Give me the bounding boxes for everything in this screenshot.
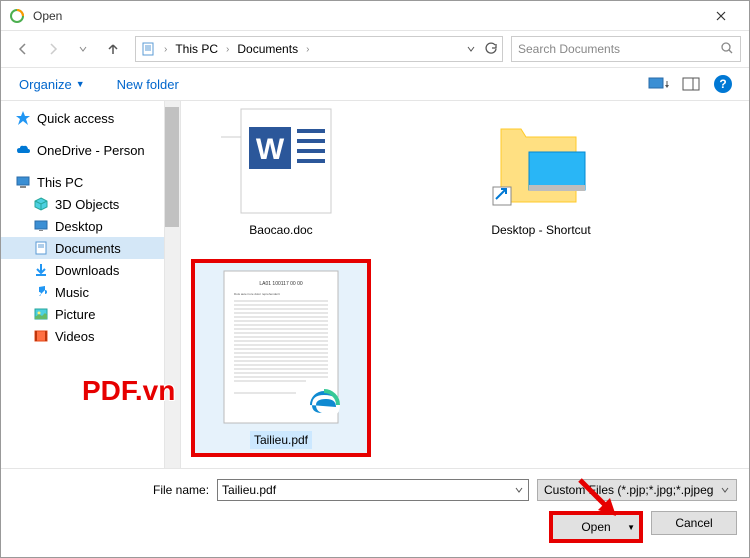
app-icon bbox=[9, 8, 25, 24]
sidebar-item-label: OneDrive - Person bbox=[37, 143, 145, 158]
svg-text:LA01 100117 00 00: LA01 100117 00 00 bbox=[259, 281, 303, 287]
chevron-down-icon[interactable] bbox=[514, 485, 524, 495]
sidebar-item-pictures[interactable]: Picture bbox=[1, 303, 180, 325]
close-button[interactable] bbox=[701, 2, 741, 30]
sidebar-item-label: Documents bbox=[55, 241, 121, 256]
chevron-down-icon bbox=[720, 485, 730, 495]
sidebar-item-label: Desktop bbox=[55, 219, 103, 234]
filename-label: File name: bbox=[153, 483, 209, 497]
bottom-bar: File name: Tailieu.pdf Custom Files (*.p… bbox=[1, 468, 749, 557]
organize-menu[interactable]: Organize▼ bbox=[13, 73, 91, 96]
breadcrumb-this-pc[interactable]: This PC bbox=[171, 40, 222, 58]
filename-input[interactable]: Tailieu.pdf bbox=[217, 479, 529, 501]
desktop-icon bbox=[33, 218, 49, 234]
file-item-baocao[interactable]: W Baocao.doc bbox=[191, 107, 371, 239]
file-item-tailieu[interactable]: LA01 100117 00 00 Duis aute irure dolor … bbox=[191, 259, 371, 457]
sidebar-item-label: Videos bbox=[55, 329, 95, 344]
recent-dropdown[interactable] bbox=[69, 35, 97, 63]
window-title: Open bbox=[33, 9, 701, 23]
video-icon bbox=[33, 328, 49, 344]
music-icon bbox=[33, 284, 49, 300]
new-folder-button[interactable]: New folder bbox=[111, 73, 185, 96]
sidebar-item-label: Music bbox=[55, 285, 89, 300]
sidebar-item-documents[interactable]: Documents bbox=[1, 237, 180, 259]
address-bar[interactable]: › This PC › Documents › bbox=[135, 36, 503, 62]
3d-icon bbox=[33, 196, 49, 212]
search-placeholder: Search Documents bbox=[518, 42, 620, 56]
pc-icon bbox=[15, 174, 31, 190]
picture-icon bbox=[33, 306, 49, 322]
sidebar-item-downloads[interactable]: Downloads bbox=[1, 259, 180, 281]
filename-value: Tailieu.pdf bbox=[222, 483, 276, 497]
search-input[interactable]: Search Documents bbox=[511, 36, 741, 62]
refresh-icon[interactable] bbox=[484, 42, 498, 56]
sidebar-item-onedrive[interactable]: OneDrive - Person bbox=[1, 139, 180, 161]
file-thumbnail: LA01 100117 00 00 Duis aute irure dolor … bbox=[216, 267, 346, 427]
file-label: Desktop - Shortcut bbox=[487, 221, 594, 239]
split-caret-icon: ▼ bbox=[627, 523, 635, 532]
sidebar-item-label: This PC bbox=[37, 175, 83, 190]
nav-bar: › This PC › Documents › Search Documents bbox=[1, 31, 749, 67]
star-icon bbox=[15, 110, 31, 126]
file-thumbnail: W bbox=[211, 107, 351, 217]
open-button-label: Open bbox=[581, 520, 610, 534]
chevron-right-icon: › bbox=[226, 44, 229, 55]
toolbar: Organize▼ New folder ? bbox=[1, 67, 749, 101]
sidebar-scrollbar[interactable] bbox=[164, 101, 180, 468]
sidebar-item-label: Picture bbox=[55, 307, 95, 322]
up-button[interactable] bbox=[99, 35, 127, 63]
cancel-button-label: Cancel bbox=[675, 516, 712, 530]
chevron-right-icon: › bbox=[306, 44, 309, 55]
documents-icon bbox=[140, 41, 156, 57]
sidebar-item-label: Quick access bbox=[37, 111, 114, 126]
open-button[interactable]: Open ▼ bbox=[549, 511, 643, 543]
forward-button[interactable] bbox=[39, 35, 67, 63]
documents-icon bbox=[33, 240, 49, 256]
download-icon bbox=[33, 262, 49, 278]
sidebar-item-music[interactable]: Music bbox=[1, 281, 180, 303]
sidebar-item-desktop[interactable]: Desktop bbox=[1, 215, 180, 237]
search-icon bbox=[720, 41, 734, 58]
cancel-button[interactable]: Cancel bbox=[651, 511, 737, 535]
preview-pane-button[interactable] bbox=[677, 72, 705, 96]
sidebar-item-label: Downloads bbox=[55, 263, 119, 278]
cloud-icon bbox=[15, 142, 31, 158]
main-area: Quick access OneDrive - Person This PC 3… bbox=[1, 101, 749, 468]
open-dialog: Open › This PC › Documents › Search Docu… bbox=[0, 0, 750, 558]
sidebar-item-quick-access[interactable]: Quick access bbox=[1, 107, 180, 129]
file-item-desktop-shortcut[interactable]: Desktop - Shortcut bbox=[451, 107, 631, 239]
sidebar-item-this-pc[interactable]: This PC bbox=[1, 171, 180, 193]
sidebar-item-3d-objects[interactable]: 3D Objects bbox=[1, 193, 180, 215]
chevron-right-icon: › bbox=[164, 44, 167, 55]
svg-text:W: W bbox=[256, 133, 285, 166]
sidebar-item-label: 3D Objects bbox=[55, 197, 119, 212]
help-icon: ? bbox=[714, 75, 732, 93]
sidebar-item-videos[interactable]: Videos bbox=[1, 325, 180, 347]
sidebar: Quick access OneDrive - Person This PC 3… bbox=[1, 101, 181, 468]
view-mode-button[interactable] bbox=[645, 72, 673, 96]
help-button[interactable]: ? bbox=[709, 72, 737, 96]
chevron-down-icon[interactable] bbox=[466, 44, 476, 54]
breadcrumb-documents[interactable]: Documents bbox=[233, 40, 302, 58]
filetype-filter[interactable]: Custom Files (*.pjp;*.jpg;*.pjpeg bbox=[537, 479, 737, 501]
filter-text: Custom Files (*.pjp;*.jpg;*.pjpeg bbox=[544, 483, 713, 497]
titlebar: Open bbox=[1, 1, 749, 31]
svg-text:Duis aute irure dolor reprehen: Duis aute irure dolor reprehenderit bbox=[234, 292, 280, 296]
file-list[interactable]: W Baocao.doc bbox=[181, 101, 749, 468]
scrollbar-thumb[interactable] bbox=[165, 107, 179, 227]
file-label: Baocao.doc bbox=[245, 221, 316, 239]
back-button[interactable] bbox=[9, 35, 37, 63]
file-label: Tailieu.pdf bbox=[250, 431, 312, 449]
file-thumbnail bbox=[471, 107, 611, 217]
